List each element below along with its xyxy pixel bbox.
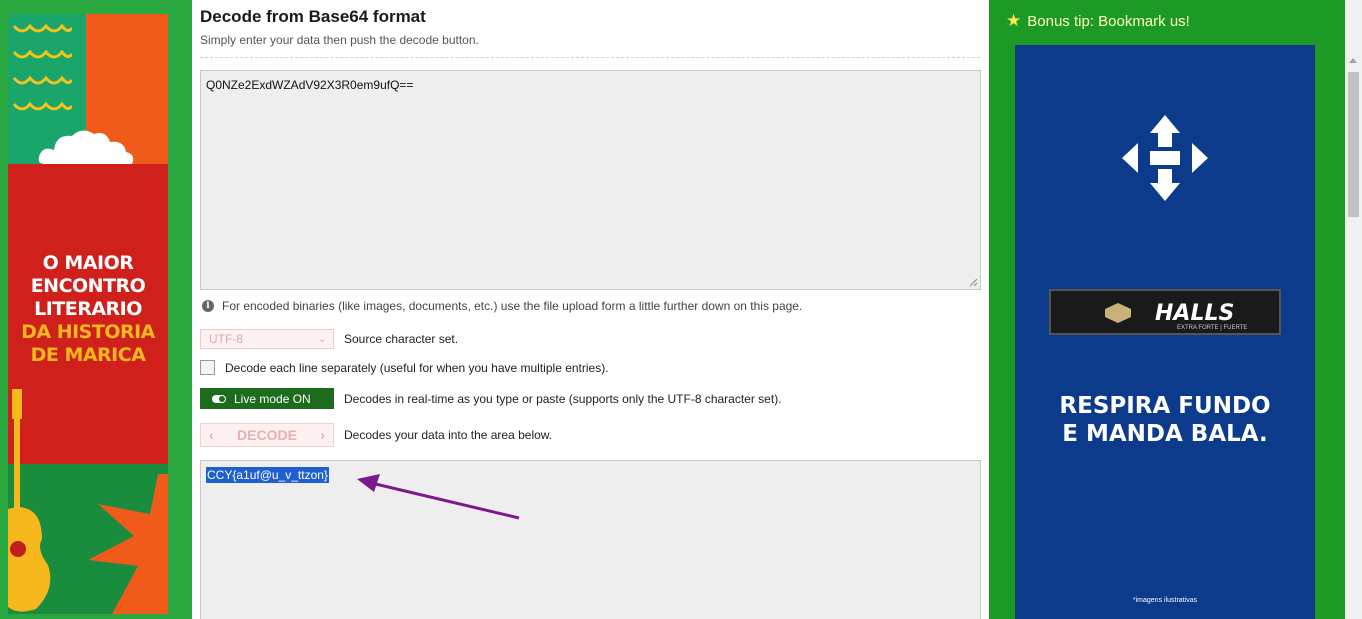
right-advertisement[interactable]: HALLS EXTRA FORTE | FUERTE RESPIRA FUNDO… (1015, 45, 1315, 619)
star-icon: ★ (1006, 11, 1022, 30)
bonus-tip-text: Bonus tip: Bookmark us! (1027, 12, 1190, 30)
live-mode-label: Decodes in real-time as you type or past… (344, 391, 782, 406)
emblem-icon (1105, 303, 1131, 323)
input-value: Q0NZe2ExdWZAdV92X3R0em9ufQ== (206, 78, 414, 92)
page-title: Decode from Base64 format (200, 7, 426, 26)
product-image: HALLS EXTRA FORTE | FUERTE (1049, 289, 1281, 335)
charset-row: UTF-8 ⌄ Source character set. (200, 329, 458, 349)
live-mode-button-label: Live mode ON (234, 391, 311, 406)
right-sidebar: ★ Bonus tip: Bookmark us! HALLS EXTRA FO… (989, 0, 1345, 619)
decode-button-label: DECODE (237, 427, 297, 443)
left-advertisement[interactable]: O MAIOR ENCONTRO LITERARIO DA HISTORIA D… (8, 14, 168, 614)
info-icon: i (202, 300, 214, 312)
chevron-down-icon: ⌄ (317, 333, 327, 345)
decode-label: Decodes your data into the area below. (344, 428, 553, 442)
bonus-tip: ★ Bonus tip: Bookmark us! (1006, 11, 1190, 31)
toggle-icon (212, 394, 226, 403)
ad-headline-line: ENCONTRO (30, 275, 146, 297)
ad-slogan-line: RESPIRA FUNDO (1059, 393, 1271, 419)
each-line-checkbox[interactable] (200, 360, 215, 375)
ad-slogan: RESPIRA FUNDO E MANDA BALA. (1015, 392, 1315, 448)
charset-selected: UTF-8 (209, 332, 243, 346)
brand-name: HALLS (1155, 301, 1235, 326)
wave-decoration (12, 75, 72, 85)
page-subtitle: Simply enter your data then push the dec… (200, 33, 479, 47)
decode-button[interactable]: ‹ DECODE › (200, 423, 334, 447)
wave-decoration (12, 49, 72, 59)
sunburst-decoration (88, 474, 168, 614)
wave-decoration (12, 23, 72, 33)
ad-headline-line: DE MARICA (30, 344, 146, 366)
charset-select[interactable]: UTF-8 ⌄ (200, 329, 334, 349)
output-textarea[interactable]: CCY{a1uf@u_v_ttzon} (200, 460, 981, 619)
ad-slogan-line: E MANDA BALA. (1062, 421, 1268, 447)
page-scrollbar[interactable] (1345, 0, 1362, 619)
live-mode-row: Live mode ON Decodes in real-time as you… (200, 388, 782, 409)
wave-decoration (12, 101, 72, 111)
info-text: For encoded binaries (like images, docum… (222, 299, 803, 313)
ad-headline-line: DA HISTORIA (21, 321, 155, 343)
ad-headline-line: O MAIOR (42, 252, 134, 274)
ad-headline: O MAIOR ENCONTRO LITERARIO DA HISTORIA D… (8, 252, 168, 367)
each-line-label[interactable]: Decode each line separately (useful for … (225, 361, 609, 375)
brand-subtitle: EXTRA FORTE | FUERTE (1177, 325, 1248, 331)
resize-handle-icon[interactable] (969, 278, 978, 287)
output-value: CCY{a1uf@u_v_ttzon} (206, 467, 329, 483)
charset-label: Source character set. (344, 332, 459, 346)
each-line-row: Decode each line separately (useful for … (200, 360, 609, 375)
scroll-up-icon[interactable] (1349, 58, 1357, 63)
guitar-icon (8, 389, 51, 612)
input-textarea[interactable]: Q0NZe2ExdWZAdV92X3R0em9ufQ== (200, 70, 981, 290)
ad-headline-line: LITERARIO (34, 298, 142, 320)
decode-row: ‹ DECODE › Decodes your data into the ar… (200, 423, 552, 447)
divider (200, 57, 980, 58)
ad-footnote: *imagens ilustrativas (1132, 597, 1198, 604)
arrows-logo-icon (1122, 115, 1208, 201)
scroll-thumb[interactable] (1348, 72, 1359, 217)
cloud-decoration (38, 130, 134, 164)
live-mode-button[interactable]: Live mode ON (200, 388, 334, 409)
chevron-right-icon: › (320, 427, 325, 443)
chevron-left-icon: ‹ (209, 427, 214, 443)
decoder-panel: Decode from Base64 format Simply enter y… (192, 0, 989, 619)
info-note: i For encoded binaries (like images, doc… (202, 299, 802, 313)
